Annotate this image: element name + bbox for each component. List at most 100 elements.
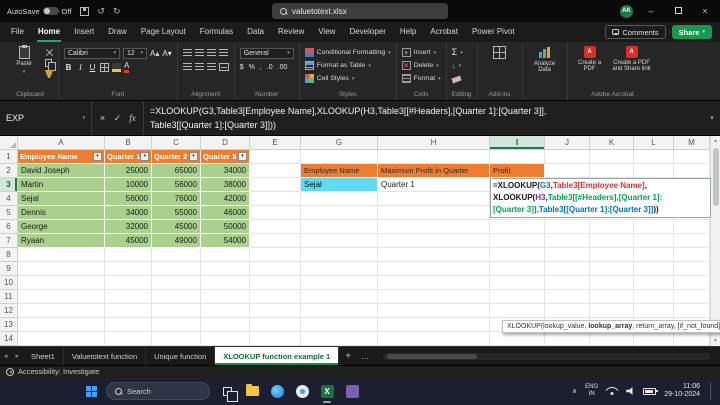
column-header-D[interactable]: D bbox=[201, 136, 250, 150]
cell-I6[interactable] bbox=[490, 220, 545, 234]
cell-D3[interactable]: 38000 bbox=[201, 178, 250, 192]
cell-H1[interactable] bbox=[378, 150, 490, 164]
cell-I12[interactable] bbox=[490, 304, 545, 318]
cell-A2[interactable]: David Joseph bbox=[18, 164, 105, 178]
fill-button[interactable]: ↓▾ bbox=[452, 59, 472, 72]
row-header-3[interactable]: 3 bbox=[0, 178, 18, 192]
app-icon[interactable] bbox=[344, 383, 360, 399]
cell-E8[interactable] bbox=[250, 248, 301, 262]
cell-D4[interactable]: 42000 bbox=[201, 192, 250, 206]
grow-font-button[interactable]: A▴ bbox=[150, 49, 159, 58]
cell-I9[interactable] bbox=[490, 262, 545, 276]
cell-C12[interactable] bbox=[152, 304, 201, 318]
cell-A10[interactable] bbox=[18, 276, 105, 290]
copy-icon[interactable] bbox=[45, 59, 52, 67]
cell-H6[interactable] bbox=[378, 220, 490, 234]
ribbon-tab-review[interactable]: Review bbox=[271, 22, 311, 42]
cell-D7[interactable]: 54000 bbox=[201, 234, 250, 248]
cell-B4[interactable]: 56000 bbox=[105, 192, 152, 206]
cell-L10[interactable] bbox=[634, 276, 674, 290]
cell-M8[interactable] bbox=[674, 248, 710, 262]
formula-input[interactable]: =XLOOKUP(G3,Table3[Employee Name],XLOOKU… bbox=[144, 101, 704, 135]
edge-icon[interactable] bbox=[269, 383, 285, 399]
cell-D9[interactable] bbox=[201, 262, 250, 276]
font-color-icon[interactable]: A bbox=[124, 62, 129, 73]
wifi-icon[interactable] bbox=[606, 387, 618, 395]
cell-B9[interactable] bbox=[105, 262, 152, 276]
cell-M9[interactable] bbox=[674, 262, 710, 276]
filter-button[interactable]: ▾ bbox=[93, 152, 102, 161]
row-header-6[interactable]: 6 bbox=[0, 220, 18, 234]
cell-E1[interactable] bbox=[250, 150, 301, 164]
align-center-icon[interactable] bbox=[195, 63, 204, 71]
cell-L7[interactable] bbox=[634, 234, 674, 248]
align-middle-icon[interactable] bbox=[195, 49, 204, 57]
cell-B1[interactable]: Quarter 1▾ bbox=[105, 150, 152, 164]
delete-cells-button[interactable]: × Delete ▾ bbox=[402, 59, 441, 72]
cell-I1[interactable] bbox=[490, 150, 545, 164]
format-as-table-button[interactable]: Format as Table ▾ bbox=[305, 59, 391, 72]
cell-I10[interactable] bbox=[490, 276, 545, 290]
cell-B14[interactable] bbox=[105, 332, 152, 346]
cell-E13[interactable] bbox=[250, 318, 301, 332]
column-header-L[interactable]: L bbox=[634, 136, 674, 150]
cell-J2[interactable] bbox=[545, 164, 590, 178]
cell-H12[interactable] bbox=[378, 304, 490, 318]
task-view-icon[interactable] bbox=[219, 383, 235, 399]
cell-M7[interactable] bbox=[674, 234, 710, 248]
cell-J14[interactable] bbox=[545, 332, 590, 346]
enter-icon[interactable]: ✓ bbox=[111, 113, 124, 124]
cell-L14[interactable] bbox=[634, 332, 674, 346]
cell-G14[interactable] bbox=[301, 332, 378, 346]
ribbon-tab-acrobat[interactable]: Acrobat bbox=[423, 22, 465, 42]
cell-M6[interactable] bbox=[674, 220, 710, 234]
volume-icon[interactable] bbox=[626, 387, 635, 395]
cell-G13[interactable] bbox=[301, 318, 378, 332]
sheet-tab-valuetotext-function[interactable]: Valuetotext function bbox=[64, 347, 146, 365]
cell-G10[interactable] bbox=[301, 276, 378, 290]
avatar[interactable]: AK bbox=[620, 5, 633, 18]
cell-G11[interactable] bbox=[301, 290, 378, 304]
chrome-icon[interactable] bbox=[294, 383, 310, 399]
save-icon[interactable] bbox=[80, 7, 89, 16]
cell-J12[interactable] bbox=[545, 304, 590, 318]
undo-icon[interactable]: ↺ bbox=[97, 6, 105, 17]
analyze-data-button[interactable]: Analyze Data bbox=[528, 46, 562, 73]
currency-format-icon[interactable]: $ bbox=[240, 64, 244, 71]
borders-icon[interactable] bbox=[100, 63, 109, 72]
column-header-J[interactable]: J bbox=[545, 136, 590, 150]
close-button[interactable]: × bbox=[696, 6, 714, 16]
cell-E2[interactable] bbox=[250, 164, 301, 178]
minimize-button[interactable]: – bbox=[642, 6, 660, 16]
cell-B3[interactable]: 10000 bbox=[105, 178, 152, 192]
row-header-7[interactable]: 7 bbox=[0, 234, 18, 248]
filter-button[interactable]: ▾ bbox=[140, 152, 149, 161]
cell-H3[interactable]: Quarter 1 bbox=[378, 178, 490, 192]
cell-C7[interactable]: 49000 bbox=[152, 234, 201, 248]
conditional-formatting-button[interactable]: Conditional Formatting ▾ bbox=[305, 46, 391, 59]
align-top-icon[interactable] bbox=[183, 49, 192, 57]
cell-J6[interactable] bbox=[545, 220, 590, 234]
cell-H10[interactable] bbox=[378, 276, 490, 290]
filter-button[interactable]: ▾ bbox=[238, 152, 247, 161]
cell-D1[interactable]: Quarter 3▾ bbox=[201, 150, 250, 164]
cell-E9[interactable] bbox=[250, 262, 301, 276]
cell-E4[interactable] bbox=[250, 192, 301, 206]
sheet-menu-icon[interactable]: … bbox=[357, 347, 373, 365]
cell-G3[interactable]: Sejal bbox=[301, 178, 378, 192]
underline-button[interactable]: U bbox=[88, 63, 97, 72]
number-format-select[interactable]: General ▾ bbox=[240, 48, 294, 59]
shrink-font-button[interactable]: A▾ bbox=[162, 49, 171, 58]
column-header-A[interactable]: A bbox=[18, 136, 105, 150]
select-all-corner[interactable] bbox=[0, 136, 18, 150]
cell-C8[interactable] bbox=[152, 248, 201, 262]
ribbon-tab-help[interactable]: Help bbox=[393, 22, 423, 42]
cell-E3[interactable] bbox=[250, 178, 301, 192]
row-header-10[interactable]: 10 bbox=[0, 276, 18, 290]
scroll-down-icon[interactable]: ▾ bbox=[714, 336, 717, 346]
horizontal-scroll-thumb[interactable] bbox=[387, 354, 477, 359]
share-button[interactable]: Share ▾ bbox=[672, 25, 712, 39]
comments-button[interactable]: Comments bbox=[605, 25, 665, 39]
cell-G9[interactable] bbox=[301, 262, 378, 276]
cell-D10[interactable] bbox=[201, 276, 250, 290]
